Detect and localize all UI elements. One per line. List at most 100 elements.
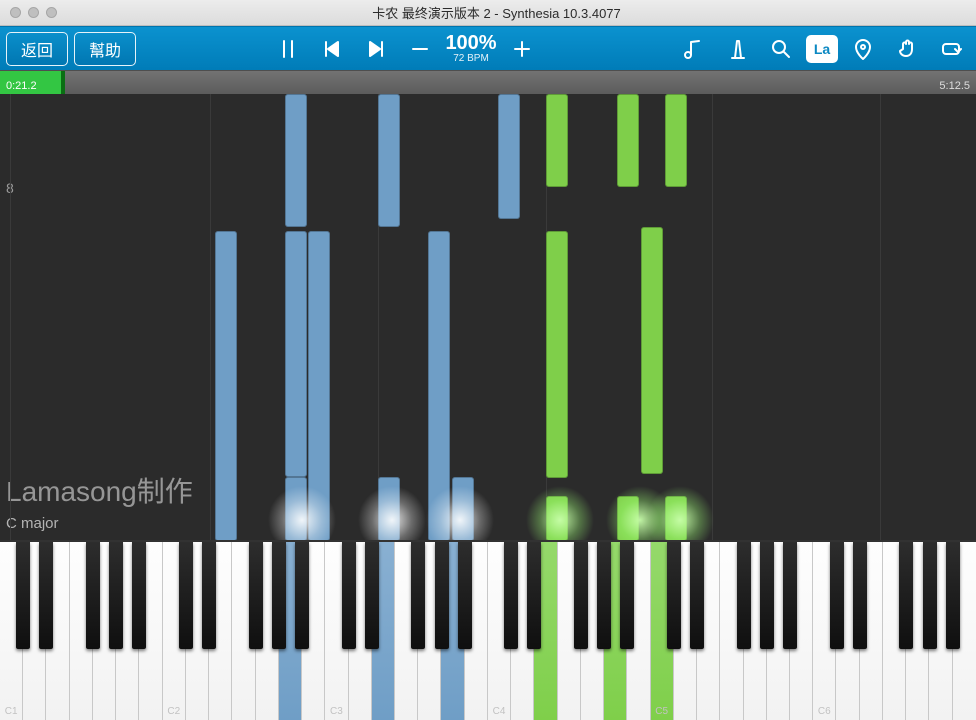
macos-titlebar: 卡农 最终演示版本 2 - Synthesia 10.3.4077 — [0, 0, 976, 26]
falling-note — [617, 496, 639, 540]
white-key[interactable]: C3 — [325, 542, 348, 720]
minimize-icon[interactable] — [28, 7, 39, 18]
falling-note — [546, 231, 568, 478]
white-key[interactable]: C4 — [488, 542, 511, 720]
white-key[interactable] — [395, 542, 418, 720]
falling-note — [378, 94, 400, 227]
pause-button[interactable] — [269, 30, 307, 68]
tempo-percent: 100% — [445, 33, 496, 53]
zoom-button[interactable] — [762, 30, 800, 68]
pin-icon — [852, 38, 874, 60]
white-key[interactable] — [674, 542, 697, 720]
falling-note — [641, 227, 663, 474]
back-button[interactable]: 返回 — [6, 32, 68, 66]
main-toolbar: 返回 幫助 100% 72 BPM La — [0, 26, 976, 70]
white-key[interactable] — [581, 542, 604, 720]
window-title: 卡农 最终演示版本 2 - Synthesia 10.3.4077 — [57, 3, 976, 22]
key-c-label: C6 — [813, 706, 835, 717]
white-key[interactable] — [116, 542, 139, 720]
key-c-label: C3 — [325, 706, 347, 717]
piano-keyboard[interactable]: C1 C2 C3 C4 C5 C6 — [0, 540, 976, 720]
white-key[interactable] — [186, 542, 209, 720]
white-key[interactable] — [744, 542, 767, 720]
key-c-label: C1 — [0, 706, 22, 717]
white-key[interactable] — [558, 542, 581, 720]
white-key[interactable] — [139, 542, 162, 720]
time-elapsed: 0:21.2 — [6, 80, 37, 92]
falling-note — [665, 94, 687, 187]
tempo-plus-button[interactable] — [503, 30, 541, 68]
white-key[interactable] — [441, 542, 464, 720]
watermark-text: Lamasong制作 — [6, 470, 193, 510]
white-key[interactable] — [534, 542, 557, 720]
white-key[interactable] — [70, 542, 93, 720]
gridline — [880, 94, 881, 540]
white-key[interactable] — [883, 542, 906, 720]
loop-button[interactable] — [932, 30, 970, 68]
gridline — [712, 94, 713, 540]
hand-icon — [896, 38, 918, 60]
white-key[interactable] — [767, 542, 790, 720]
plus-icon — [511, 38, 533, 60]
zoom-icon[interactable] — [46, 7, 57, 18]
falling-note — [308, 231, 330, 540]
help-button[interactable]: 幫助 — [74, 32, 136, 66]
bookmark-button[interactable] — [844, 30, 882, 68]
hands-button[interactable] — [888, 30, 926, 68]
white-key[interactable]: C6 — [813, 542, 836, 720]
white-key[interactable] — [209, 542, 232, 720]
falling-note — [378, 477, 400, 540]
falling-note — [285, 231, 307, 477]
next-button[interactable] — [357, 30, 395, 68]
white-key[interactable] — [465, 542, 488, 720]
falling-note — [285, 94, 307, 227]
white-key[interactable] — [256, 542, 279, 720]
white-key[interactable] — [604, 542, 627, 720]
falling-note — [428, 231, 450, 540]
white-key[interactable]: C5 — [651, 542, 674, 720]
white-key[interactable] — [860, 542, 883, 720]
progress-handle[interactable] — [61, 71, 65, 94]
prev-button[interactable] — [313, 30, 351, 68]
white-key[interactable] — [906, 542, 929, 720]
white-key[interactable] — [627, 542, 650, 720]
white-key[interactable] — [697, 542, 720, 720]
white-key[interactable] — [302, 542, 325, 720]
falling-note — [546, 94, 568, 187]
tempo-bpm: 72 BPM — [453, 54, 489, 64]
window-controls[interactable] — [0, 7, 57, 18]
white-key[interactable] — [790, 542, 813, 720]
white-key[interactable] — [349, 542, 372, 720]
white-key[interactable] — [93, 542, 116, 720]
falling-note — [498, 94, 520, 219]
white-key[interactable] — [23, 542, 46, 720]
notes-button[interactable] — [674, 30, 712, 68]
tempo-minus-button[interactable] — [401, 30, 439, 68]
key-c-label: C5 — [651, 706, 673, 717]
white-key[interactable] — [232, 542, 255, 720]
labels-button-text: La — [814, 41, 830, 57]
pause-icon — [277, 38, 299, 60]
white-key[interactable] — [511, 542, 534, 720]
falling-note — [665, 496, 687, 540]
skip-back-icon — [321, 38, 343, 60]
white-key[interactable] — [836, 542, 859, 720]
metronome-button[interactable] — [718, 30, 756, 68]
gridline — [10, 94, 11, 540]
white-key[interactable] — [720, 542, 743, 720]
falling-note — [285, 477, 307, 540]
white-key[interactable] — [46, 542, 69, 720]
labels-button[interactable]: La — [806, 35, 838, 63]
key-c-label: C2 — [163, 706, 185, 717]
white-key[interactable]: C1 — [0, 542, 23, 720]
white-key[interactable] — [279, 542, 302, 720]
key-c-label: C4 — [488, 706, 510, 717]
white-key[interactable] — [372, 542, 395, 720]
white-key[interactable] — [418, 542, 441, 720]
close-icon[interactable] — [10, 7, 21, 18]
progress-bar[interactable]: 0:21.2 5:12.5 — [0, 70, 976, 94]
white-key[interactable] — [953, 542, 976, 720]
white-key[interactable] — [929, 542, 952, 720]
white-key[interactable]: C2 — [163, 542, 186, 720]
falling-note — [452, 477, 474, 540]
